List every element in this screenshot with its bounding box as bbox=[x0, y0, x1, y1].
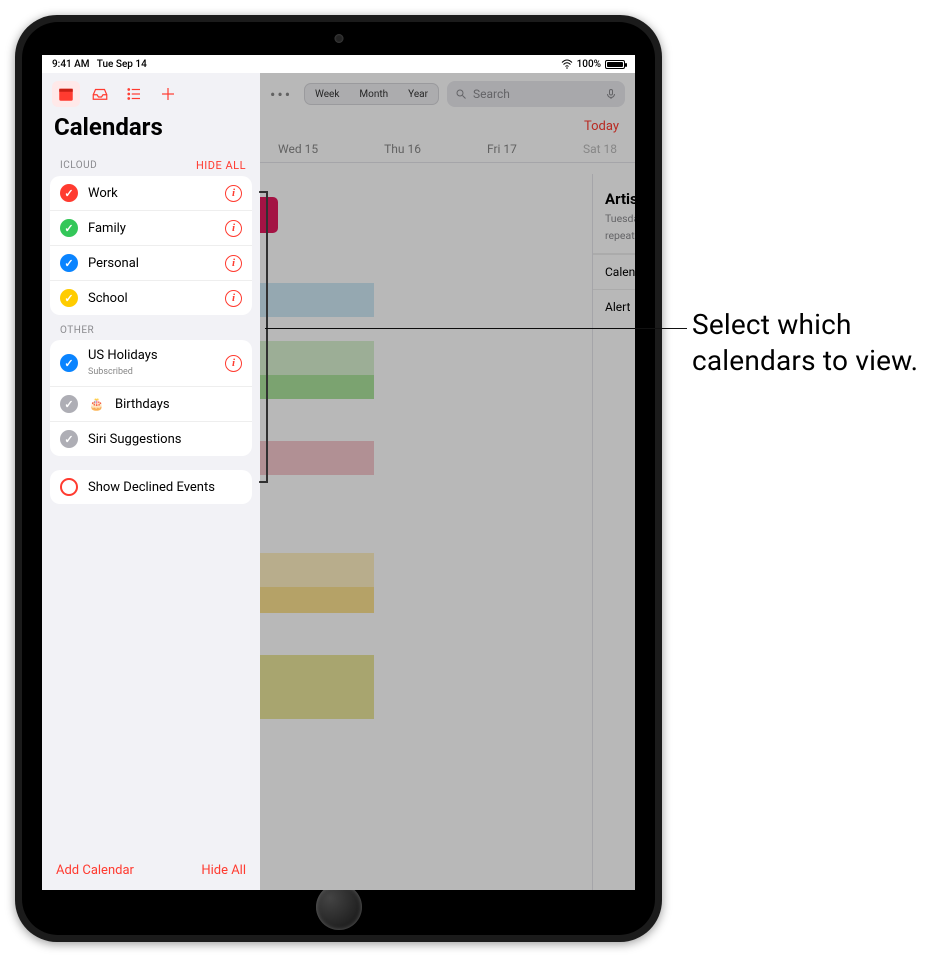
calendar-label: Work bbox=[88, 186, 215, 201]
battery-pct: 100% bbox=[577, 59, 601, 70]
event-detail: Edit Artist workshop kickoff! Tuesday, S… bbox=[592, 174, 635, 890]
info-icon[interactable]: i bbox=[225, 355, 242, 372]
status-time: 9:41 AM bbox=[52, 59, 90, 70]
battery-icon bbox=[605, 60, 625, 69]
more-icon[interactable]: ••• bbox=[270, 84, 296, 104]
calendar-label: Siri Suggestions bbox=[88, 432, 242, 447]
callout-bracket bbox=[259, 187, 269, 487]
home-button[interactable] bbox=[316, 884, 362, 930]
list-icon[interactable] bbox=[120, 81, 148, 107]
section-other-header: OTHER bbox=[60, 325, 94, 336]
calendar-icon[interactable] bbox=[52, 81, 80, 107]
today-button[interactable]: Today bbox=[260, 115, 635, 142]
status-date: Tue Sep 14 bbox=[97, 59, 147, 70]
day-thu[interactable]: Thu 16 bbox=[384, 142, 421, 156]
checkbox-icon[interactable] bbox=[60, 184, 78, 202]
cake-icon: 🎂 bbox=[88, 397, 105, 411]
event-calendar-row[interactable]: Calendar Work › bbox=[593, 254, 635, 289]
calendar-row-holidays[interactable]: US Holidays Subscribed i bbox=[50, 340, 252, 386]
info-icon[interactable]: i bbox=[225, 290, 242, 307]
checkbox-icon[interactable] bbox=[60, 354, 78, 372]
checkbox-icon[interactable] bbox=[60, 395, 78, 413]
sidebar: Calendars ICLOUD HIDE ALL Work i Family … bbox=[42, 73, 260, 890]
declined-events-list: Show Declined Events bbox=[50, 470, 252, 504]
tab-month[interactable]: Month bbox=[349, 84, 398, 104]
main-content: ••• Week Month Year Search Today Wed 15 bbox=[260, 73, 635, 890]
calendar-label: Birthdays bbox=[115, 397, 242, 412]
calendar-label: US Holidays Subscribed bbox=[88, 348, 215, 378]
row-key: Alert bbox=[605, 300, 630, 314]
view-segmented-control[interactable]: Week Month Year bbox=[304, 83, 439, 105]
show-declined-label: Show Declined Events bbox=[88, 480, 242, 495]
checkbox-icon[interactable] bbox=[60, 289, 78, 307]
calendar-grid bbox=[260, 193, 374, 873]
page-title: Calendars bbox=[42, 109, 260, 149]
section-icloud-header: ICLOUD bbox=[60, 160, 97, 171]
day-fri[interactable]: Fri 17 bbox=[487, 142, 517, 156]
event-alert-row[interactable]: Alert None › bbox=[593, 289, 635, 324]
search-icon bbox=[455, 88, 467, 100]
info-icon[interactable]: i bbox=[225, 255, 242, 272]
event-repeats: repeats weekly bbox=[605, 229, 635, 242]
calendar-label: Personal bbox=[88, 256, 215, 271]
checkbox-icon[interactable] bbox=[60, 219, 78, 237]
checkbox-icon[interactable] bbox=[60, 254, 78, 272]
calendar-row-birthdays[interactable]: 🎂 Birthdays bbox=[50, 386, 252, 421]
checkbox-icon[interactable] bbox=[60, 430, 78, 448]
other-calendar-list: US Holidays Subscribed i 🎂 Birthdays Sir… bbox=[50, 340, 252, 456]
screen: 9:41 AM Tue Sep 14 100% Calendars bbox=[42, 55, 635, 890]
ipad-device-frame: 9:41 AM Tue Sep 14 100% Calendars bbox=[15, 15, 662, 942]
row-key: Calendar bbox=[605, 265, 635, 279]
hide-all-icloud[interactable]: HIDE ALL bbox=[196, 159, 246, 172]
inbox-icon[interactable] bbox=[86, 81, 114, 107]
calendar-row-siri[interactable]: Siri Suggestions bbox=[50, 421, 252, 456]
calendar-label: School bbox=[88, 291, 215, 306]
calendar-row-personal[interactable]: Personal i bbox=[50, 245, 252, 280]
front-camera bbox=[334, 34, 343, 43]
day-sat[interactable]: Sat 18 bbox=[583, 142, 617, 156]
add-icon[interactable] bbox=[154, 81, 182, 107]
icloud-calendar-list: Work i Family i Personal i bbox=[50, 176, 252, 315]
event-date: Tuesday, Sep 14, 2021 bbox=[605, 212, 635, 225]
wifi-icon bbox=[561, 59, 573, 69]
tab-year[interactable]: Year bbox=[398, 84, 438, 104]
mic-icon[interactable] bbox=[605, 88, 617, 100]
sidebar-footer: Add Calendar Hide All bbox=[42, 851, 260, 890]
callout-line bbox=[265, 328, 687, 329]
calendar-label: Family bbox=[88, 221, 215, 236]
show-declined-row[interactable]: Show Declined Events bbox=[50, 470, 252, 504]
info-icon[interactable]: i bbox=[225, 185, 242, 202]
calendar-row-family[interactable]: Family i bbox=[50, 210, 252, 245]
tab-week[interactable]: Week bbox=[305, 84, 349, 104]
checkbox-icon[interactable] bbox=[60, 478, 78, 496]
calendar-row-school[interactable]: School i bbox=[50, 280, 252, 315]
day-wed[interactable]: Wed 15 bbox=[278, 142, 318, 156]
add-calendar-button[interactable]: Add Calendar bbox=[56, 863, 134, 878]
search-placeholder: Search bbox=[473, 87, 510, 101]
event-title: Artist workshop kickoff! bbox=[593, 174, 635, 210]
info-icon[interactable]: i bbox=[225, 220, 242, 237]
calendar-row-work[interactable]: Work i bbox=[50, 176, 252, 210]
delete-event-button[interactable]: Delete Event bbox=[593, 861, 635, 890]
callout-text: Select whichcalendars to view. bbox=[692, 307, 918, 380]
hide-all-button[interactable]: Hide All bbox=[201, 863, 246, 878]
search-input[interactable]: Search bbox=[447, 81, 625, 107]
status-bar: 9:41 AM Tue Sep 14 100% bbox=[42, 55, 635, 73]
day-header: Wed 15 Thu 16 Fri 17 Sat 18 bbox=[260, 142, 635, 156]
